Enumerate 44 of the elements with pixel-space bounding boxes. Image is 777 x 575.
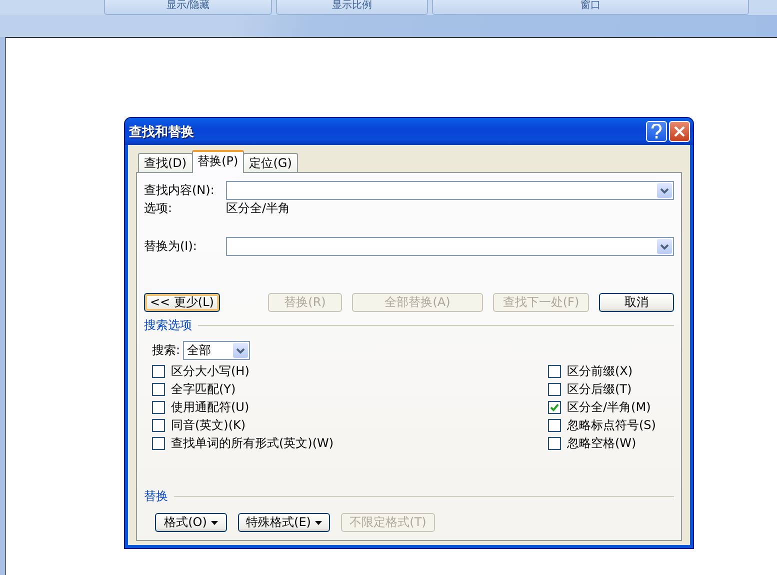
section-title: 搜索选项 xyxy=(144,317,192,334)
checkbox[interactable] xyxy=(548,400,561,414)
checkbox[interactable] xyxy=(548,436,561,450)
find-combo-field[interactable] xyxy=(226,181,674,200)
checkbox-label: 使用通配符(U) xyxy=(171,398,250,416)
checkbox-label: 全字匹配(Y) xyxy=(171,380,236,398)
checkbox[interactable] xyxy=(548,418,561,432)
checkbox-label: 区分后缀(T) xyxy=(567,380,632,398)
field-label: 查找内容(N): xyxy=(144,182,216,199)
checkbox[interactable] xyxy=(152,364,165,378)
options-value: 区分全/半角 xyxy=(226,200,290,217)
dialog-button[interactable]: 格式(O) xyxy=(155,513,227,532)
checkbox-label: 忽略空格(W) xyxy=(567,434,636,452)
checkbox-label: 区分前缀(X) xyxy=(567,362,633,380)
checkbox-label: 查找单词的所有形式(英文)(W) xyxy=(171,434,334,452)
checkbox-label: 区分大小写(H) xyxy=(171,362,250,380)
checkbox-label: 同音(英文)(K) xyxy=(171,416,246,434)
checkbox[interactable] xyxy=(152,418,165,432)
ribbon-group-label: 显示/隐藏 xyxy=(104,0,272,15)
field-label: 选项: xyxy=(144,200,174,217)
caret-icon xyxy=(314,520,322,524)
window-title: 查找和替换 xyxy=(129,124,195,140)
close-icon[interactable] xyxy=(669,121,690,142)
tab[interactable]: 替换(P) xyxy=(192,150,244,173)
checkbox[interactable] xyxy=(152,400,165,414)
checkbox-label: 区分全/半角(M) xyxy=(567,398,651,416)
caret-icon xyxy=(210,520,218,524)
dialog-button[interactable]: 取消 xyxy=(599,293,674,312)
section-title: 替换 xyxy=(144,488,168,505)
help-icon[interactable] xyxy=(646,121,667,142)
checkbox-label: 忽略标点符号(S) xyxy=(567,416,656,434)
checkbox[interactable] xyxy=(548,364,561,378)
replace-combo-field[interactable] xyxy=(226,237,674,256)
dialog-button[interactable]: << 更少(L) xyxy=(144,293,220,312)
dialog-button[interactable]: 特殊格式(E) xyxy=(238,513,330,532)
field-label: 搜索: xyxy=(152,342,180,359)
search-scope-dropdown[interactable]: 全部 xyxy=(183,341,250,360)
ribbon-group-label: 显示比例 xyxy=(276,0,428,15)
checkbox[interactable] xyxy=(152,436,165,450)
tab[interactable]: 查找(D) xyxy=(138,153,193,172)
field-label: 替换为(I): xyxy=(144,238,198,255)
checkbox[interactable] xyxy=(548,382,561,396)
tab[interactable]: 定位(G) xyxy=(243,153,298,172)
checkbox[interactable] xyxy=(152,382,165,396)
